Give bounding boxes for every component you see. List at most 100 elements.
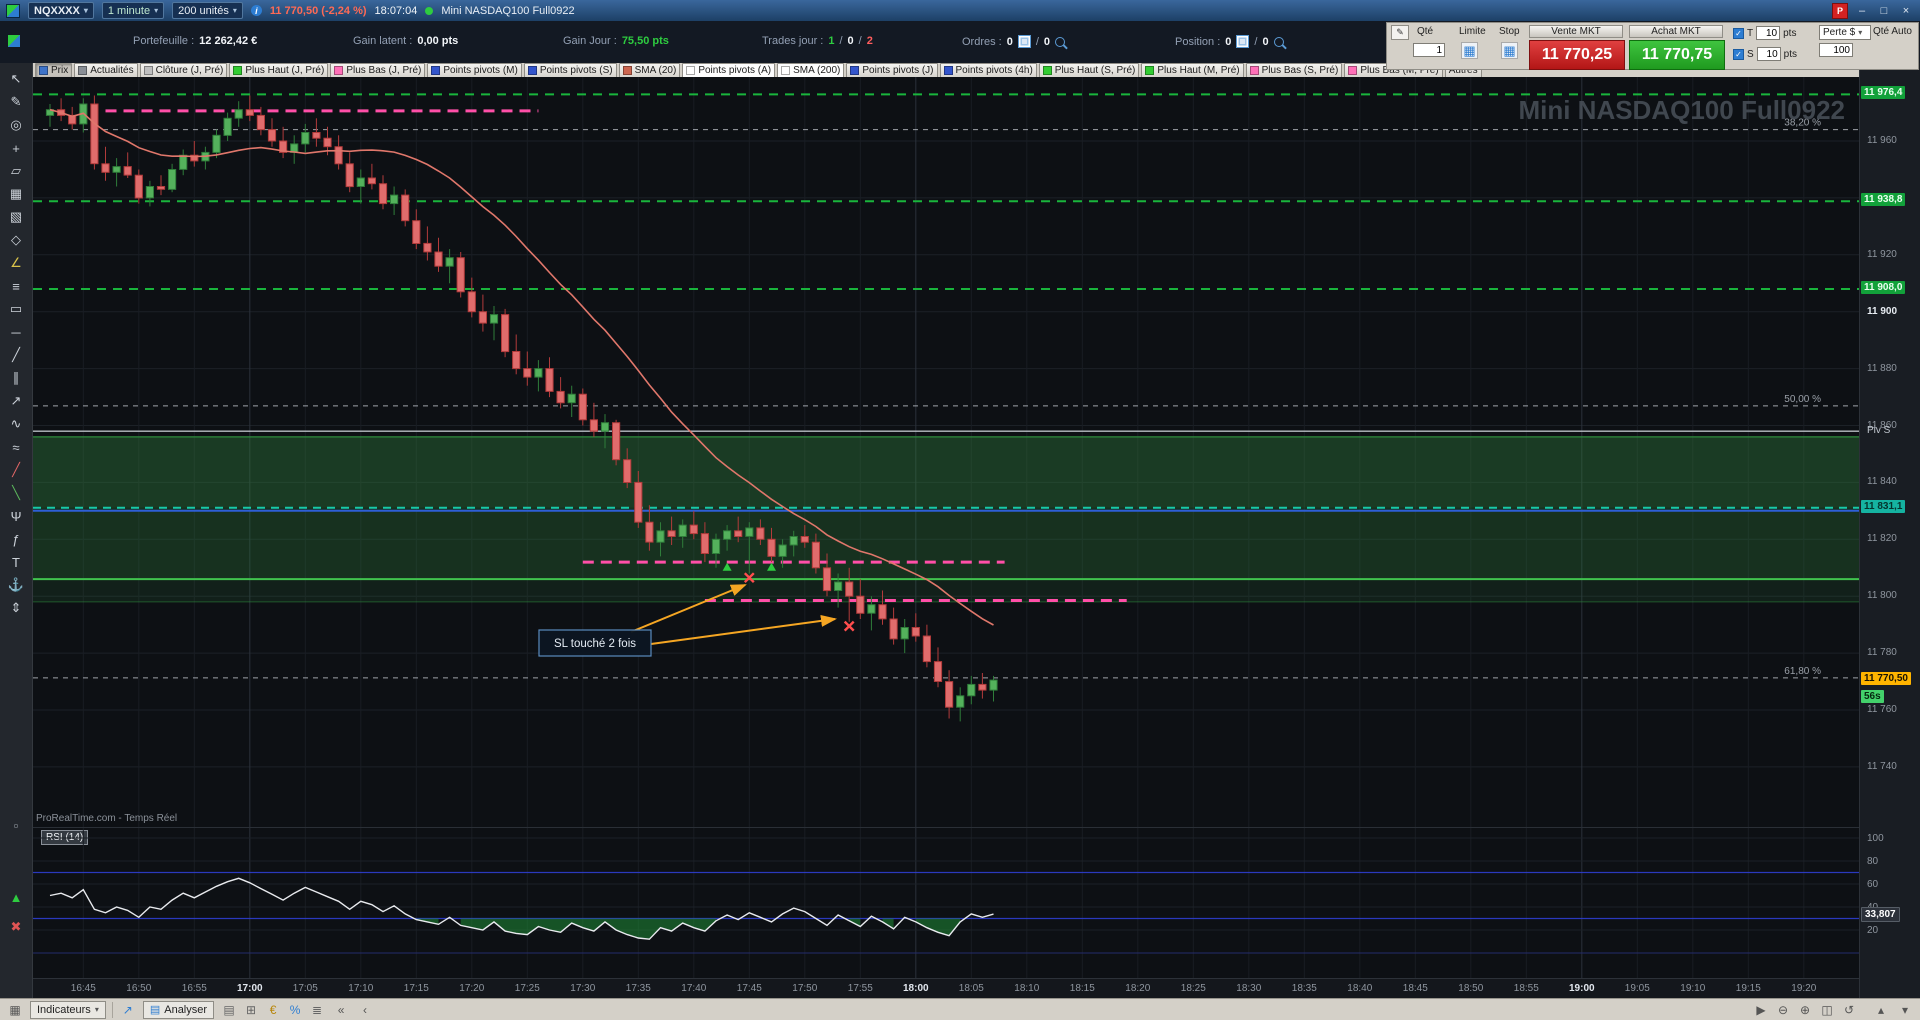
tab-plus-haut-m-pr[interactable]: Plus Haut (M, Pré): [1141, 63, 1244, 77]
info-icon[interactable]: i: [250, 5, 262, 16]
workspace-grid-icon[interactable]: ▦: [6, 1002, 24, 1018]
tab-prix[interactable]: Prix: [35, 63, 73, 77]
time-label: 17:35: [625, 983, 651, 994]
stop-order-icon[interactable]: ▦: [1501, 42, 1518, 59]
zoom-tool-icon[interactable]: ◎: [3, 115, 29, 135]
horizontal-line-tool-icon[interactable]: ─: [3, 322, 29, 342]
stoploss-checkbox[interactable]: ✓: [1733, 48, 1744, 60]
long-marker-icon[interactable]: ▲: [3, 887, 29, 907]
list-icon[interactable]: ≣: [308, 1002, 326, 1018]
grid2-icon[interactable]: ⊞: [242, 1002, 260, 1018]
axis-scroll-down-icon[interactable]: ▾: [1896, 1002, 1914, 1018]
position-list-icon[interactable]: [1236, 35, 1250, 48]
latent-gain-value: 0,00 pts: [417, 35, 459, 47]
play-icon[interactable]: ▶: [1752, 1002, 1770, 1018]
order-tools-icon[interactable]: ✎: [1391, 25, 1409, 40]
qty-input[interactable]: [1413, 43, 1445, 57]
price-chart[interactable]: 38,20 %50,00 %61,80 %Mini NASDAQ100 Full…: [33, 77, 1859, 827]
buy-mkt-header[interactable]: Achat MKT: [1629, 25, 1723, 38]
target-points-input[interactable]: [1756, 26, 1781, 40]
zoom-out-icon[interactable]: ⊖: [1774, 1002, 1792, 1018]
close-position-icon[interactable]: ✖: [3, 917, 29, 937]
rsi-pane-toggle-icon[interactable]: ▫: [3, 815, 29, 835]
price-tick-label: 11 820: [1867, 533, 1897, 545]
zoom-select-icon[interactable]: ◫: [1818, 1002, 1836, 1018]
minimize-button[interactable]: –: [1854, 4, 1870, 18]
orders-search-icon[interactable]: [1055, 36, 1066, 47]
wave-tool-icon[interactable]: ≈: [3, 437, 29, 457]
rsi-pane[interactable]: [33, 827, 1859, 978]
green-line-tool-icon[interactable]: ╲: [3, 483, 29, 503]
rectangle-tool-icon[interactable]: ▭: [3, 299, 29, 319]
report-icon[interactable]: ▤: [220, 1002, 238, 1018]
reset-view-icon[interactable]: ↺: [1840, 1002, 1858, 1018]
curve-tool-icon[interactable]: ∿: [3, 414, 29, 434]
price-tick-label: 11 800: [1867, 590, 1897, 602]
time-axis[interactable]: 16:45 16:50 16:55 17:00 17:05 17:10 17:15 17:20…: [33, 978, 1859, 998]
tab-plus-bas-s-pr[interactable]: Plus Bas (S, Pré): [1245, 63, 1343, 77]
anchor-tool-icon[interactable]: ⚓: [3, 575, 29, 595]
trendline-tool-icon[interactable]: ╱: [3, 345, 29, 365]
grid-tool-icon[interactable]: ▦: [3, 184, 29, 204]
tab-points-pivots-j[interactable]: Points pivots (J): [846, 63, 938, 77]
tab-points-pivots-4h[interactable]: Points pivots (4h): [939, 63, 1037, 77]
tab-points-pivots-a[interactable]: Points pivots (A): [682, 63, 776, 77]
scroll-fast-left-icon[interactable]: «: [332, 1002, 350, 1018]
limit-order-icon[interactable]: ▦: [1461, 42, 1478, 59]
price-tick-label: 11 760: [1867, 704, 1897, 715]
shapes-tool-icon[interactable]: ◇: [3, 230, 29, 250]
orders-list-icon[interactable]: [1017, 35, 1031, 48]
fibonacci-tool-icon[interactable]: ≡: [3, 276, 29, 296]
percent-icon[interactable]: %: [286, 1002, 304, 1018]
time-label: 19:00: [1569, 983, 1595, 994]
function-tool-icon[interactable]: ƒ: [3, 529, 29, 549]
channel-tool-icon[interactable]: ∥: [3, 368, 29, 388]
pattern-tool-icon[interactable]: ▧: [3, 207, 29, 227]
tab-plus-haut-j-pr[interactable]: Plus Haut (J, Pré): [229, 63, 329, 77]
tab-points-pivots-s[interactable]: Points pivots (S): [523, 63, 617, 77]
arrow-tool-icon[interactable]: ↗: [3, 391, 29, 411]
target-checkbox[interactable]: ✓: [1733, 27, 1744, 39]
text-tool-icon[interactable]: T: [3, 552, 29, 572]
tab-sma-20[interactable]: SMA (20): [618, 63, 681, 77]
sell-market-button[interactable]: 11 770,25: [1529, 40, 1625, 70]
buy-market-button[interactable]: 11 770,75: [1629, 40, 1725, 70]
tab-cl-ture-j-pr[interactable]: Clôture (J, Pré): [139, 63, 228, 77]
red-line-tool-icon[interactable]: ╱: [3, 460, 29, 480]
timeframe-selector[interactable]: 1 minute ▾: [101, 2, 165, 19]
tab-sma-200[interactable]: SMA (200): [777, 63, 845, 77]
analyze-button[interactable]: ▤ Analyser: [142, 1000, 215, 1019]
units-selector[interactable]: 200 unités ▾: [172, 2, 243, 19]
sell-mkt-header[interactable]: Vente MKT: [1529, 25, 1623, 38]
scroll-left-icon[interactable]: ‹: [356, 1002, 374, 1018]
limit-label: Limite: [1459, 26, 1486, 37]
tab-actualit-s[interactable]: Actualités: [74, 63, 138, 77]
tab-plus-bas-j-pr[interactable]: Plus Bas (J, Pré): [330, 63, 426, 77]
loss-mode-select[interactable]: Perte $ ▾: [1819, 25, 1871, 40]
price-axis[interactable]: 11 96011 94011 92011 90011 88011 86011 8…: [1859, 63, 1920, 998]
time-label: 17:05: [292, 983, 318, 994]
position-search-icon[interactable]: [1273, 36, 1284, 47]
tab-label: Points pivots (M): [443, 64, 518, 76]
euro-icon[interactable]: €: [264, 1002, 282, 1018]
axis-scroll-up-icon[interactable]: ▴: [1872, 1002, 1890, 1018]
stoploss-points-input[interactable]: [1756, 47, 1781, 61]
close-button[interactable]: ×: [1898, 4, 1914, 18]
pitchfork-tool-icon[interactable]: Ψ: [3, 506, 29, 526]
instrument-selector[interactable]: NQXXXX ▾: [28, 2, 94, 19]
pencil-icon[interactable]: ✎: [3, 92, 29, 112]
tab-points-pivots-m[interactable]: Points pivots (M): [427, 63, 522, 77]
qty-auto-input[interactable]: [1819, 43, 1853, 57]
measure-tool-icon[interactable]: ∠: [3, 253, 29, 273]
price-tick-label: 11 780: [1867, 647, 1897, 659]
cursor-icon[interactable]: ↖: [3, 69, 29, 89]
eraser-icon[interactable]: ▱: [3, 161, 29, 181]
share-icon[interactable]: ↗: [119, 1002, 137, 1018]
indicators-button[interactable]: Indicateurs ▾: [30, 1000, 106, 1019]
zoom-in-icon[interactable]: ⊕: [1796, 1002, 1814, 1018]
updown-tool-icon[interactable]: ⇕: [3, 598, 29, 618]
move-tool-icon[interactable]: +: [3, 138, 29, 158]
tab-plus-haut-s-pr[interactable]: Plus Haut (S, Pré): [1038, 63, 1140, 77]
timeframe-label: 1 minute: [107, 4, 151, 17]
restore-button[interactable]: □: [1876, 4, 1892, 18]
